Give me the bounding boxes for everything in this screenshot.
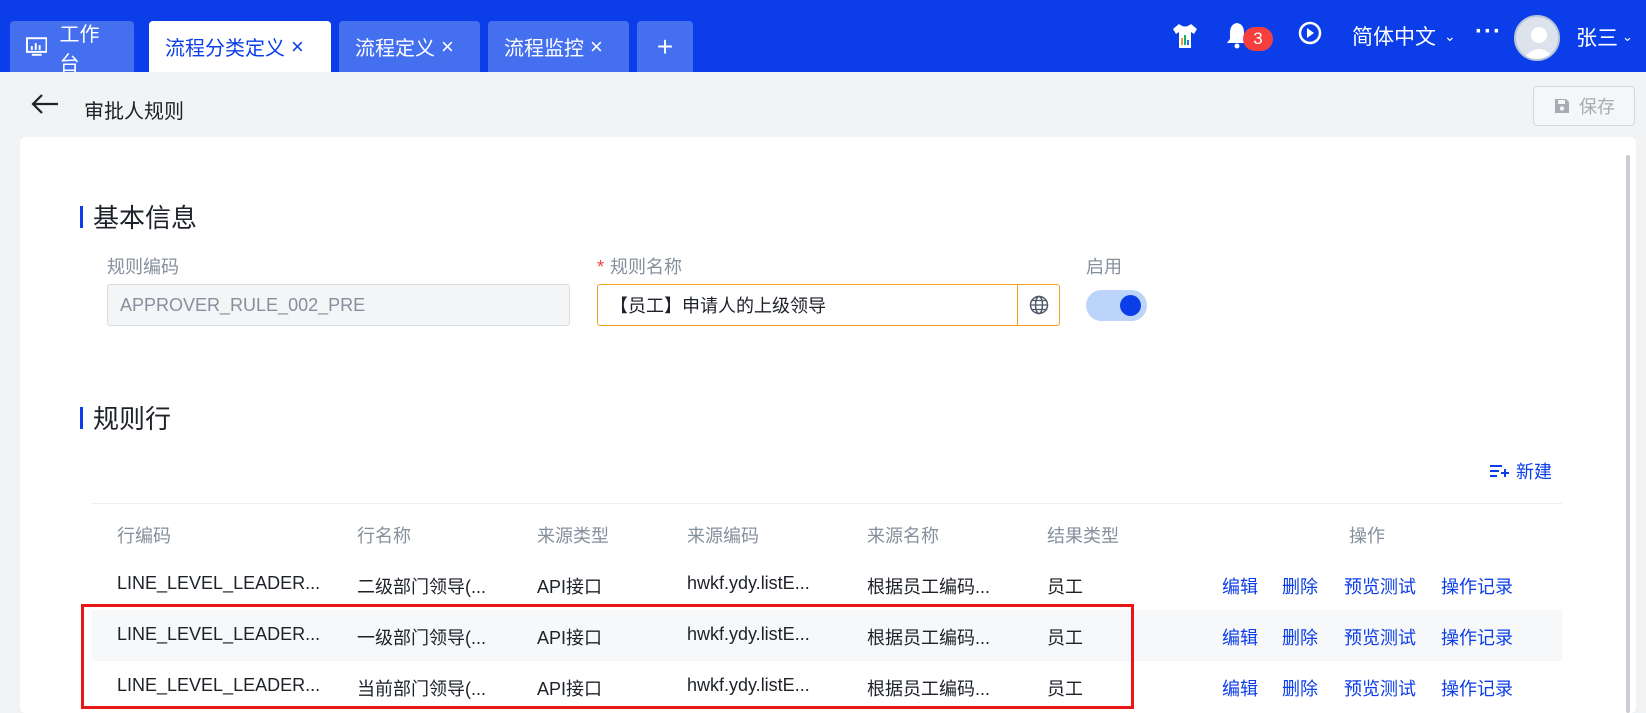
column-header: 行名称 [357,526,411,546]
tab-process-monitor[interactable]: 流程监控 × [488,21,629,72]
vertical-scrollbar[interactable] [1626,155,1630,713]
preview-test-link[interactable]: 预览测试 [1344,573,1416,599]
page-title: 审批人规则 [84,101,184,123]
section-title: 基本信息 [93,203,198,233]
close-icon[interactable]: × [441,35,454,58]
edit-link[interactable]: 编辑 [1222,573,1258,599]
rule-code-value: APPROVER_RULE_002_PRE [120,294,366,315]
section-rule-lines: 规则行 [80,399,171,436]
preview-test-link[interactable]: 预览测试 [1344,675,1416,701]
enable-label: 启用 [1086,257,1122,277]
column-header: 来源编码 [687,526,759,546]
new-line-label: 新建 [1516,462,1552,482]
preview-test-link[interactable]: 预览测试 [1344,624,1416,650]
more-icon[interactable]: ··· [1475,18,1502,46]
top-bar: 工作台 流程分类定义 × 流程定义 × 流程监控 × + 3 简体中文 ⌄ ··… [0,0,1646,75]
tab-label: 流程定义 [355,38,435,60]
cell-source-type: API接口 [537,577,603,597]
cell-source-name: 根据员工编码... [867,577,991,597]
delete-link[interactable]: 删除 [1282,573,1318,599]
delete-link[interactable]: 删除 [1282,624,1318,650]
column-header: 来源名称 [867,526,939,546]
tab-label: 流程分类定义 [165,38,285,60]
section-basic-info: 基本信息 [80,198,197,235]
chevron-down-icon: ⌄ [1622,29,1633,44]
delete-link[interactable]: 删除 [1282,675,1318,701]
cell-result-type: 员工 [1047,577,1083,597]
add-list-icon [1490,465,1509,477]
tab-workbench[interactable]: 工作台 [10,21,134,75]
translation-button[interactable] [1017,285,1059,325]
table-row: LINE_LEVEL_LEADER... 二级部门领导(... API接口 hw… [92,559,1562,610]
notification-badge: 3 [1243,27,1273,51]
section-title: 规则行 [93,404,172,434]
cell-name: 二级部门领导(... [357,577,486,597]
edit-link[interactable]: 编辑 [1222,624,1258,650]
save-button[interactable]: 保存 [1533,86,1635,126]
rule-code-field: APPROVER_RULE_002_PRE [107,284,570,326]
column-header: 来源类型 [537,526,609,546]
back-arrow-icon[interactable] [30,92,60,116]
toggle-knob [1120,295,1141,316]
username-label: 张三 [1576,27,1618,50]
save-icon [1555,99,1569,113]
rule-name-field[interactable]: 【员工】申请人的上级领导 [597,284,1060,326]
operation-log-link[interactable]: 操作记录 [1441,573,1513,599]
operation-log-link[interactable]: 操作记录 [1441,624,1513,650]
page-header: 审批人规则 保存 [0,72,1646,137]
avatar[interactable] [1514,15,1560,61]
section-accent-bar [80,205,83,228]
tab-process-definition[interactable]: 流程定义 × [339,21,480,72]
language-label: 简体中文 [1352,26,1436,49]
play-circle-icon[interactable] [1295,20,1325,50]
tab-label: 工作台 [59,23,100,75]
close-icon[interactable]: × [291,35,304,58]
user-avatar-icon [1523,27,1555,59]
add-tab-button[interactable]: + [637,21,693,72]
globe-icon [1029,295,1048,315]
enable-toggle[interactable] [1086,290,1147,321]
rule-name-label-text: 规则名称 [610,257,683,277]
chevron-down-icon: ⌄ [1444,27,1456,44]
monitor-icon [26,36,48,56]
required-mark: * [597,257,605,277]
section-accent-bar [80,406,83,429]
table-header: 行编码 行名称 来源类型 来源编码 来源名称 结果类型 操作 [92,503,1562,559]
column-header: 操作 [1349,526,1385,546]
rule-name-value: 【员工】申请人的上级领导 [610,296,826,316]
operation-log-link[interactable]: 操作记录 [1441,675,1513,701]
column-header: 结果类型 [1047,526,1119,546]
rule-name-label: * 规则名称 [597,253,682,279]
close-icon[interactable]: × [590,35,603,58]
tab-process-category[interactable]: 流程分类定义 × [149,21,331,72]
edit-link[interactable]: 编辑 [1222,675,1258,701]
rule-code-label: 规则编码 [107,257,179,277]
new-line-button[interactable]: 新建 [1490,458,1552,484]
tab-label: 流程监控 [504,38,584,60]
save-label: 保存 [1579,97,1615,117]
cell-source-code: hwkf.ydy.listE... [687,573,810,593]
user-menu[interactable]: 张三 ⌄ [1576,22,1633,52]
theme-shirt-icon[interactable] [1170,21,1200,51]
column-header: 行编码 [117,526,171,546]
highlight-box [81,604,1134,709]
plus-icon: + [656,30,674,62]
language-select[interactable]: 简体中文 ⌄ [1352,21,1456,51]
cell-code: LINE_LEVEL_LEADER... [117,573,321,593]
